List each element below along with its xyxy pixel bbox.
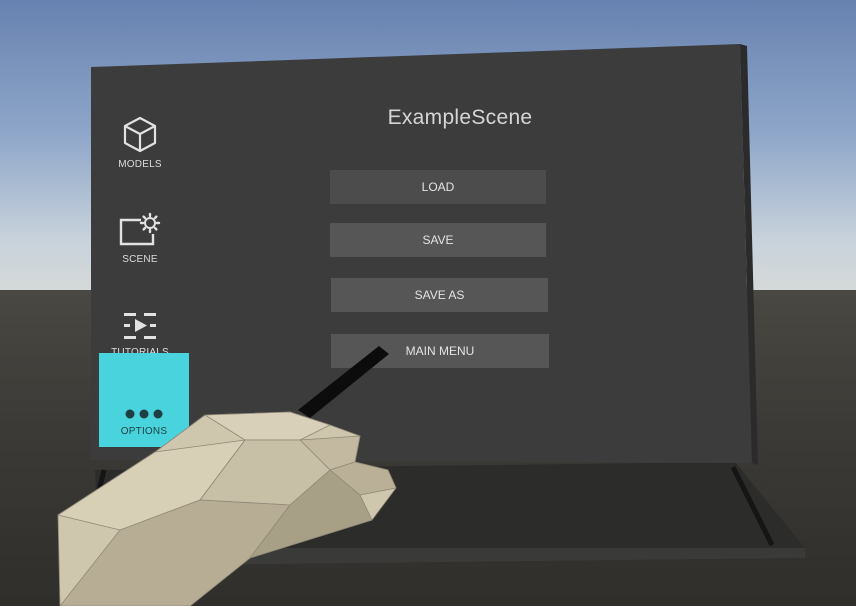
vr-hand-controller	[57, 346, 397, 606]
hand-icon	[57, 411, 397, 606]
pointer-stick	[298, 346, 389, 418]
